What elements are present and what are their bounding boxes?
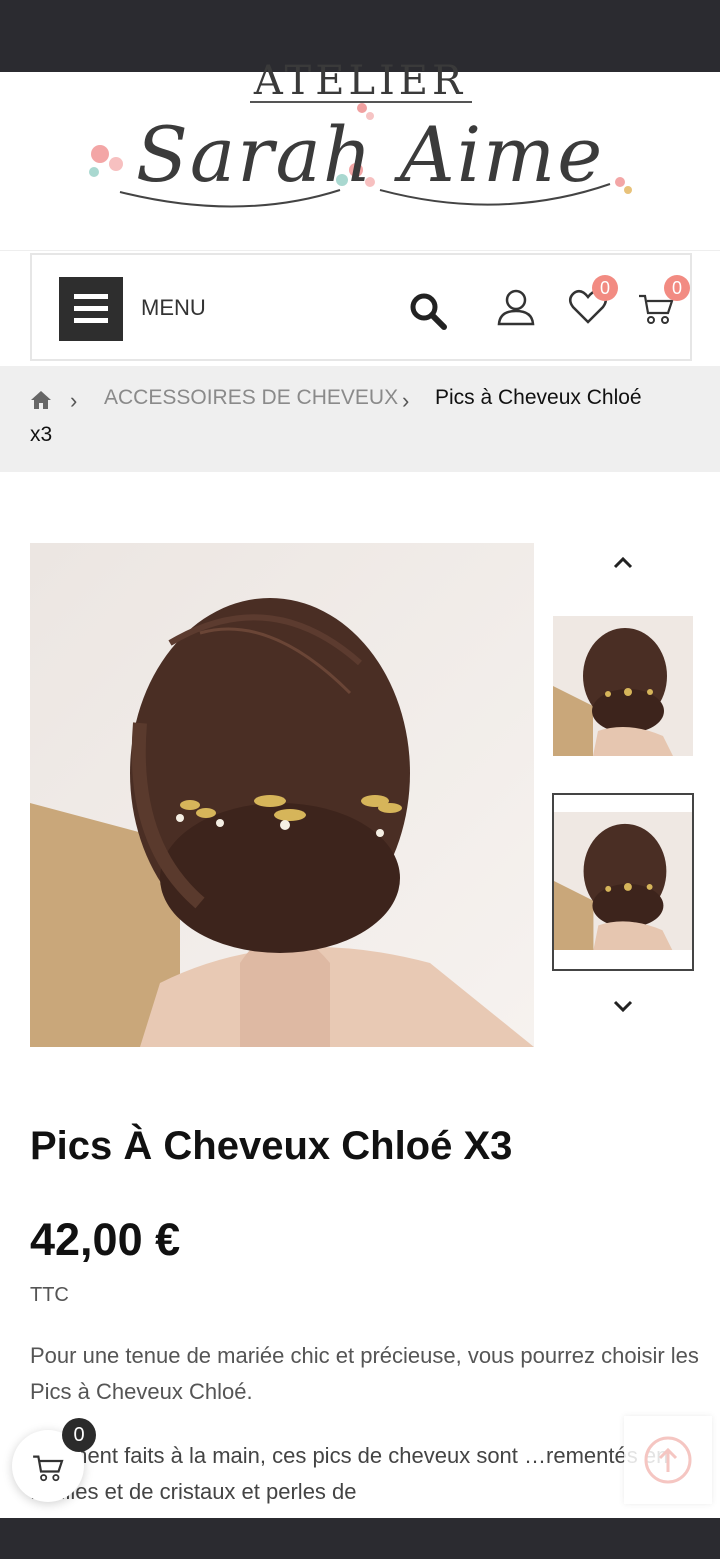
floating-cart-count: 0 [62,1418,96,1452]
logo-atelier-text: ATELIER [253,58,467,104]
chevron-down-icon[interactable] [610,998,636,1014]
user-icon[interactable] [496,287,536,327]
product-thumbnail-selected[interactable] [552,793,694,971]
product-thumbnail[interactable] [553,616,693,756]
breadcrumb-category-link[interactable]: ACCESSOIRES DE CHEVEUX [104,386,398,410]
product-description-cont: …lement faits à la main, ces pics de che… [30,1443,669,1504]
tax-label: TTC [30,1284,69,1306]
product-price: 42,00 € [30,1214,181,1265]
system-nav-bar [0,1518,720,1559]
breadcrumb-separator: › [402,388,410,413]
product-description: Pour une tenue de mariée chic et précieu… [30,1343,699,1404]
product-photo [30,543,534,1047]
search-icon[interactable] [408,291,448,331]
arrow-up-icon [644,1436,692,1484]
product-title: Pics À Cheveux Chloé X3 [30,1124,513,1168]
product-main-image[interactable] [30,543,534,1047]
home-icon[interactable] [30,390,52,410]
wishlist-count-badge: 0 [592,275,618,301]
cart-count-badge: 0 [664,275,690,301]
cart-icon [33,1455,64,1482]
breadcrumb-current-cont: x3 [30,423,53,446]
thumbnail-photo [553,616,693,756]
thumbnail-photo [554,812,692,950]
hamburger-icon[interactable] [59,277,123,341]
header-nav: MENU 0 0 [30,253,692,361]
breadcrumb-separator: › [70,388,78,413]
breadcrumb: › ACCESSOIRES DE CHEVEUX › Pics à Cheveu… [0,366,720,472]
menu-label[interactable]: MENU [141,295,206,321]
chevron-up-icon[interactable] [610,555,636,571]
breadcrumb-current: Pics à Cheveux Chloé [435,386,642,409]
site-logo[interactable]: ATELIER Sarah Aime [0,58,720,251]
logo-script-text: Sarah Aime [135,110,605,199]
scroll-top-button[interactable] [624,1416,712,1504]
